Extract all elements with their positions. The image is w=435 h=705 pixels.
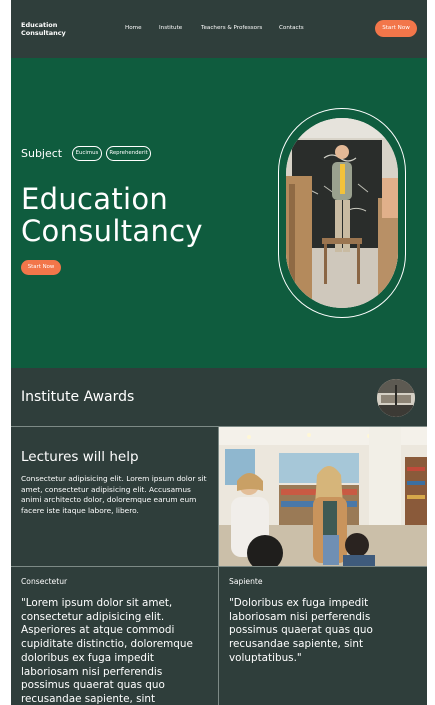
institute-awards-title: Institute Awards: [21, 389, 135, 405]
lectures-panel: Lectures will help Consectetur adipisici…: [11, 427, 219, 567]
testimonial-card-sapiente: Sapiente "Doloribus ex fuga impedit labo…: [219, 567, 427, 705]
testimonial-label: Consectetur: [21, 577, 68, 586]
tag-reprehenderit[interactable]: Reprehenderit: [106, 146, 151, 161]
testimonial-text: "Doloribus ex fuga impedit laboriosam ni…: [229, 597, 373, 664]
classroom-photo: [219, 427, 427, 567]
top-navbar: Education Consultancy Home Institute Tea…: [11, 0, 427, 58]
institute-awards-bar: Institute Awards: [11, 368, 427, 427]
teacher-photo-illustration: [286, 118, 398, 308]
tag-eucimus[interactable]: Eucimus: [72, 146, 102, 161]
nav-home[interactable]: Home: [125, 25, 142, 31]
hero-section: Subject Eucimus Reprehenderit Education …: [11, 58, 427, 368]
nav-teachers-professors[interactable]: Teachers & Professors: [201, 25, 262, 31]
award-thumbnail[interactable]: [377, 379, 415, 417]
subject-label: Subject: [21, 147, 63, 160]
lectures-title: Lectures will help: [21, 449, 139, 465]
teacher-photo: [286, 118, 398, 308]
logo-line-2: Consultancy: [21, 28, 66, 37]
site-logo[interactable]: Education Consultancy: [21, 21, 66, 37]
hero-title: Education Consultancy: [21, 183, 203, 247]
page: Education Consultancy Home Institute Tea…: [11, 0, 427, 705]
lectures-description: Consectetur adipisicing elit. Lorem ipsu…: [21, 474, 207, 515]
testimonial-card-consectetur: Consectetur "Lorem ipsum dolor sit amet,…: [11, 567, 219, 705]
nav-contacts[interactable]: Contacts: [279, 25, 304, 31]
hero-title-line-1: Education: [21, 182, 169, 216]
header-start-now-button[interactable]: Start Now: [375, 20, 417, 37]
classroom-photo-illustration: [219, 427, 427, 566]
testimonial-text: "Lorem ipsum dolor sit amet, consectetur…: [21, 597, 193, 705]
testimonial-label: Sapiente: [229, 577, 263, 586]
award-thumbnail-image: [377, 379, 415, 417]
hero-title-line-2: Consultancy: [21, 214, 203, 248]
hero-start-now-button[interactable]: Start Now: [21, 260, 61, 275]
nav-institute[interactable]: Institute: [159, 25, 182, 31]
